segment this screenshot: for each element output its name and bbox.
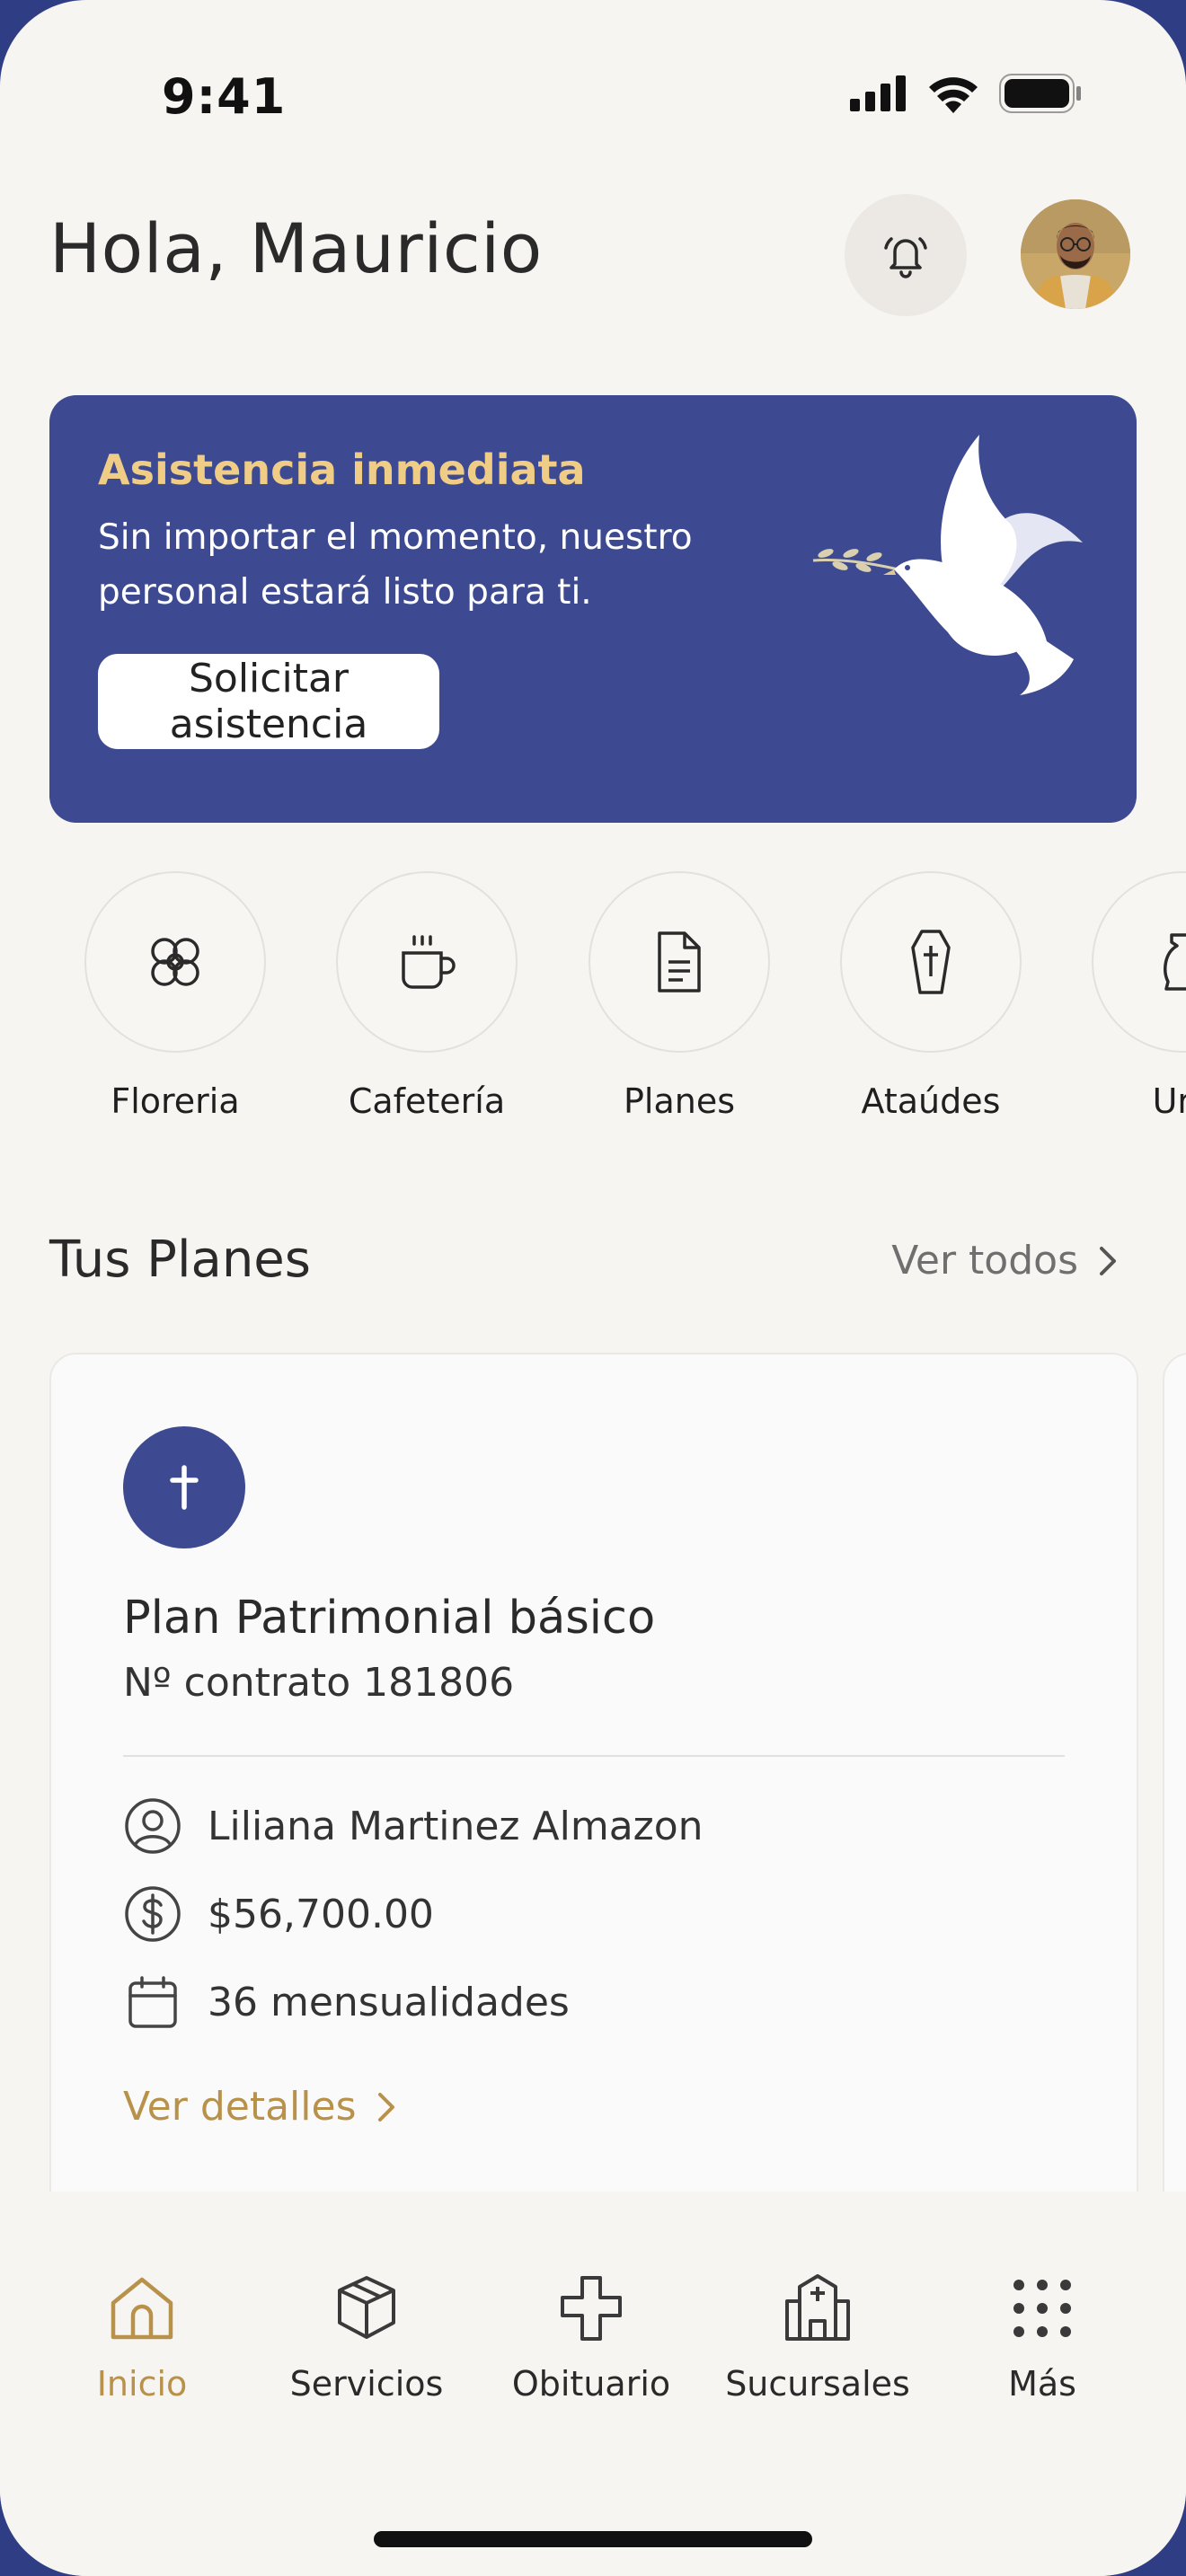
user-circle-icon [125,1798,181,1854]
category-planes[interactable]: Planes [553,871,805,1121]
app-screen: 9:41 Hola, Mauricio Asistencia inmediata… [0,0,1186,2576]
see-all-label: Ver todos [891,1238,1078,1284]
plan-installments-row: 36 mensualidades [123,1972,570,2032]
plan-amount: $56,700.00 [208,1891,434,1937]
category-cafeteria[interactable]: Cafetería [301,871,553,1121]
category-label: Ataúdes [861,1081,1001,1121]
category-floreria[interactable]: Floreria [49,871,301,1121]
category-label: Cafetería [348,1081,506,1121]
coffee-cup-icon [402,935,456,989]
plan-badge [123,1426,245,1548]
request-assistance-button[interactable]: Solicitar asistencia [98,654,439,749]
grid-dots-icon [1013,2280,1071,2337]
contract-number: Nº contrato 181806 [123,1660,515,1706]
category-circle [840,871,1022,1053]
bell-icon [884,237,927,278]
next-plan-card[interactable] [1163,1353,1186,2236]
category-circle [84,871,266,1053]
view-details-label: Ver detalles [123,2084,357,2130]
box-icon [338,2276,395,2339]
nav-label: Más [1008,2364,1076,2404]
user-avatar[interactable] [1021,199,1130,309]
status-time: 9:41 [162,68,287,125]
calendar-icon [128,1976,177,2028]
nav-item-mas[interactable]: Más [925,2271,1159,2404]
chevron-right-icon [1100,1246,1116,1275]
nav-label: Servicios [289,2364,444,2404]
cross-outline-icon [561,2276,622,2341]
dollar-circle-icon [125,1886,181,1942]
nav-label: Inicio [96,2364,188,2404]
status-icons [850,74,1082,113]
banner-title: Asistencia inmediata [98,446,586,494]
document-icon [658,931,701,992]
card-divider [123,1755,1065,1757]
category-circle [589,871,770,1053]
nav-item-sucursales[interactable]: Sucursales [701,2271,934,2404]
category-label: Planes [623,1081,736,1121]
category-label: Urn [1152,1081,1186,1121]
plan-card[interactable]: Plan Patrimonial básico Nº contrato 1818… [49,1353,1138,2236]
nav-item-servicios[interactable]: Servicios [250,2271,483,2404]
category-circle [1092,871,1186,1053]
plan-holder-name: Liliana Martinez Almazon [208,1803,704,1849]
assistance-banner: Asistencia inmediata Sin importar el mom… [49,395,1137,823]
nav-label: Obituario [511,2364,671,2404]
bottom-nav: Inicio Servicios Obituario Sucursales Má… [0,2192,1186,2576]
nav-item-inicio[interactable]: Inicio [25,2271,259,2404]
plans-section-title: Tus Planes [49,1231,311,1289]
see-all-plans-link[interactable]: Ver todos [891,1238,1118,1284]
plan-name: Plan Patrimonial básico [123,1592,656,1645]
coffin-icon [911,930,951,994]
plan-holder-row: Liliana Martinez Almazon [123,1796,704,1856]
wifi-icon [929,77,978,113]
category-label: Floreria [111,1081,240,1121]
signal-icon [850,75,906,111]
category-circle [336,871,518,1053]
view-details-link[interactable]: Ver detalles [123,2084,396,2130]
nav-item-obituario[interactable]: Obituario [474,2271,708,2404]
nav-label: Sucursales [725,2364,910,2404]
plan-installments: 36 mensualidades [208,1979,570,2025]
notifications-button[interactable] [845,194,967,316]
category-urnas[interactable]: Urn [1057,871,1186,1121]
plan-amount-row: $56,700.00 [123,1884,434,1944]
chevron-right-icon [377,2092,394,2122]
banner-description: Sin importar el momento, nuestro persona… [98,517,693,613]
home-indicator[interactable] [374,2531,812,2547]
cross-icon [170,1465,199,1510]
flower-icon [151,938,199,986]
building-icon [785,2274,850,2341]
category-row: Floreria Cafetería Planes Ataúdes Ur [0,871,1186,1141]
category-ataudes[interactable]: Ataúdes [805,871,1057,1121]
dove-icon [812,435,1083,695]
user-avatar-icon [1021,199,1130,309]
urn-icon [1164,933,1186,991]
battery-icon [999,74,1081,113]
greeting-title: Hola, Mauricio [49,208,543,288]
home-icon [111,2277,173,2340]
